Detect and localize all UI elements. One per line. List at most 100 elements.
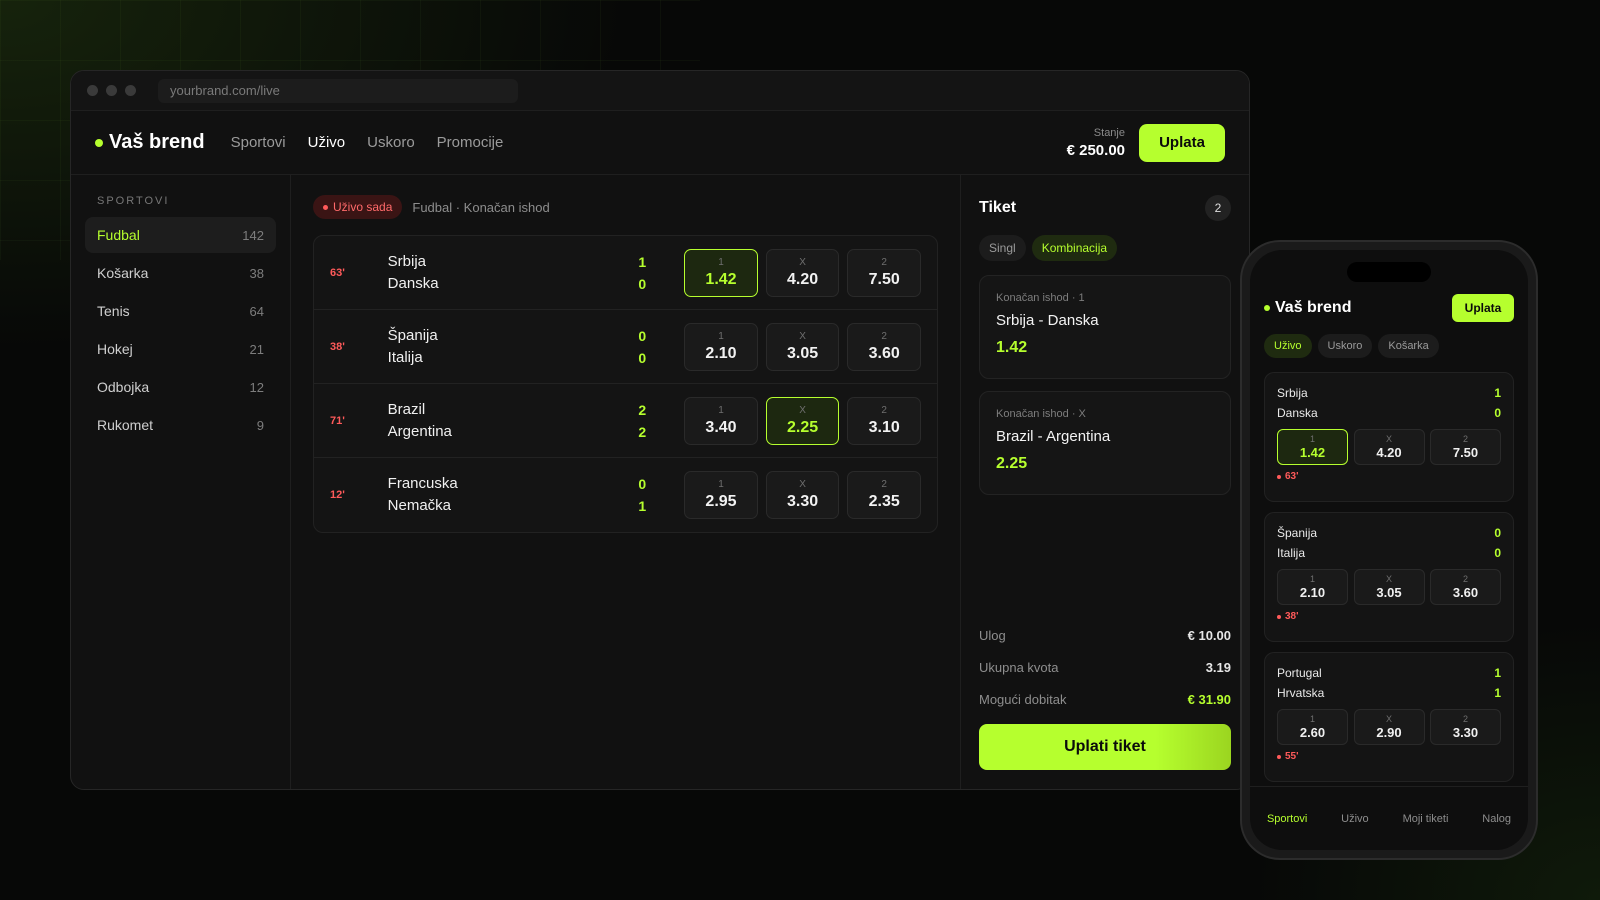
mobile-brand-logo[interactable]: Vaš brend <box>1264 299 1351 317</box>
minute-value: 63' <box>1285 471 1299 482</box>
odd-button-2[interactable]: 2 3.30 <box>1430 709 1501 745</box>
odd-button-x[interactable]: X 3.05 <box>1353 569 1425 605</box>
deposit-button[interactable]: Uplata <box>1139 123 1225 162</box>
match-teams[interactable]: Španija Italija <box>388 325 617 369</box>
odd-button-1[interactable]: 1 2.95 <box>684 471 758 519</box>
odd-value: 4.20 <box>787 270 819 288</box>
odd-label: 2 <box>1462 714 1468 724</box>
odd-value: 1.42 <box>1299 445 1326 460</box>
mobile-match-card: Srbija 1 Danska 0 1 1.42 X 4.20 2 7.50 6… <box>1264 372 1514 502</box>
odd-button-1[interactable]: 1 1.42 <box>1277 429 1348 465</box>
minute-value: 55' <box>1285 751 1299 762</box>
odd-button-2[interactable]: 2 3.60 <box>847 322 921 371</box>
sidebar-item-hokej[interactable]: Hokej 21 <box>85 331 276 367</box>
odd-button-x[interactable]: X 2.90 <box>1353 709 1425 745</box>
match-row: 12' Francuska Nemačka 0 1 1 2.95 X 3.30 … <box>314 458 937 532</box>
away-team: Argentina <box>387 422 452 440</box>
odd-button-x[interactable]: X 3.30 <box>765 471 840 519</box>
balance-label: Stanje <box>1093 126 1125 139</box>
sidebar-item-kosarka[interactable]: Košarka 38 <box>85 255 276 291</box>
address-bar[interactable]: yourbrand.com/live <box>158 78 518 103</box>
odd-label: 1 <box>1309 574 1315 584</box>
odd-button-2[interactable]: 2 7.50 <box>1430 429 1501 465</box>
window-minimize-dot[interactable] <box>106 85 117 96</box>
away-score: 2 <box>638 423 647 440</box>
odd-button-2[interactable]: 2 2.35 <box>847 471 921 519</box>
nav-promocije[interactable]: Promocije <box>437 134 504 151</box>
mobile-home-row: Srbija 1 <box>1277 383 1501 403</box>
away-score: 0 <box>1494 406 1501 420</box>
bottom-nav-moji-tiketi[interactable]: Moji tiketi <box>1403 813 1449 825</box>
match-score: 2 2 <box>616 399 646 443</box>
odd-button-x[interactable]: X 4.20 <box>1353 429 1425 465</box>
sidebar-item-count: 64 <box>249 303 264 319</box>
mobile-tab-uskoro[interactable]: Uskoro <box>1317 334 1373 358</box>
sidebar-item-label: Tenis <box>97 303 130 319</box>
odd-button-2[interactable]: 2 7.50 <box>847 248 921 297</box>
bet-slip-header: Tiket 2 <box>979 195 1231 221</box>
mobile-tab-kosarka[interactable]: Košarka <box>1378 334 1439 358</box>
brand-dot-icon <box>95 138 103 147</box>
slip-selection[interactable]: Konačan ishod · X Brazil - Argentina 2.2… <box>979 391 1231 495</box>
away-team: Italija <box>1277 546 1306 560</box>
tab-singl[interactable]: Singl <box>979 235 1026 261</box>
stake-value[interactable]: € 10.00 <box>1188 628 1231 643</box>
submit-ticket-button[interactable]: Uplati tiket <box>979 724 1231 770</box>
mobile-away-row: Danska 0 <box>1277 403 1501 423</box>
sidebar-item-count: 21 <box>249 341 264 357</box>
odd-value: 2.10 <box>1299 585 1326 600</box>
odd-button-1[interactable]: 1 2.60 <box>1277 709 1348 745</box>
match-teams[interactable]: Brazil Argentina <box>388 399 617 443</box>
sidebar-item-count: 142 <box>242 227 264 243</box>
slip-selection[interactable]: Konačan ishod · 1 Srbija - Danska 1.42 <box>979 275 1231 379</box>
top-navigation: Vaš brend Sportovi Uživo Uskoro Promocij… <box>71 111 1249 175</box>
match-row: 38' Španija Italija 0 0 1 2.10 X 3.05 2 … <box>314 310 937 384</box>
odd-label: 2 <box>881 479 887 490</box>
tab-kombinacija[interactable]: Kombinacija <box>1031 235 1118 261</box>
bottom-nav-sportovi[interactable]: Sportovi <box>1267 813 1307 825</box>
odd-value: 3.30 <box>1452 725 1479 740</box>
mobile-bottom-nav: Sportovi Uživo Moji tiketi Nalog <box>1250 786 1528 850</box>
odd-value: 2.95 <box>705 493 737 510</box>
window-close-dot[interactable] <box>87 85 98 96</box>
nav-uzivo[interactable]: Uživo <box>308 134 346 151</box>
sidebar-item-fudbal[interactable]: Fudbal 142 <box>85 217 276 253</box>
odd-button-x[interactable]: X 3.05 <box>765 322 840 371</box>
total-odds-row: Ukupna kvota 3.19 <box>979 660 1231 675</box>
odd-button-2[interactable]: 2 3.60 <box>1430 569 1501 605</box>
minute-value: 38' <box>1285 611 1299 622</box>
window-maximize-dot[interactable] <box>125 85 136 96</box>
odd-value: 3.30 <box>787 493 819 510</box>
mobile-deposit-button[interactable]: Uplata <box>1452 294 1514 322</box>
nav-sportovi[interactable]: Sportovi <box>231 134 286 151</box>
bet-slip-tabs: Singl Kombinacija <box>979 235 1231 261</box>
odd-button-x[interactable]: X 2.25 <box>765 396 840 445</box>
sidebar-item-tenis[interactable]: Tenis 64 <box>85 293 276 329</box>
away-score: 0 <box>638 349 647 366</box>
away-team: Danska <box>1277 406 1318 420</box>
bet-slip: Tiket 2 Singl Kombinacija Konačan ishod … <box>961 175 1249 789</box>
match-teams[interactable]: Srbija Danska <box>388 251 617 295</box>
nav-uskoro[interactable]: Uskoro <box>367 134 415 151</box>
bottom-nav-nalog[interactable]: Nalog <box>1482 813 1511 825</box>
match-minute: 12' <box>330 489 345 501</box>
bottom-nav-uzivo[interactable]: Uživo <box>1341 813 1369 825</box>
mobile-tabs: Uživo Uskoro Košarka <box>1264 334 1445 358</box>
live-now-badge[interactable]: Uživo sada <box>313 195 403 219</box>
odd-button-1[interactable]: 1 2.10 <box>1277 569 1348 605</box>
odd-value: 2.90 <box>1376 725 1402 740</box>
sidebar-item-rukomet[interactable]: Rukomet 9 <box>85 407 276 443</box>
odd-button-1[interactable]: 1 2.10 <box>684 322 758 371</box>
odd-button-1[interactable]: 1 3.40 <box>684 396 758 445</box>
match-teams[interactable]: Francuska Nemačka <box>388 473 617 517</box>
odd-button-x[interactable]: X 4.20 <box>765 248 840 297</box>
sidebar-item-odbojka[interactable]: Odbojka 12 <box>85 369 276 405</box>
odd-button-2[interactable]: 2 3.10 <box>847 396 921 445</box>
odd-button-1[interactable]: 1 1.42 <box>684 248 758 297</box>
mobile-tab-uzivo[interactable]: Uživo <box>1264 334 1312 358</box>
away-score: 1 <box>1494 686 1501 700</box>
mobile-match-minute: 38' <box>1277 611 1501 622</box>
odd-label: X <box>1385 434 1392 444</box>
desktop-browser-window: yourbrand.com/live Vaš brend Sportovi Už… <box>70 70 1250 790</box>
brand-logo[interactable]: Vaš brend <box>95 131 205 154</box>
